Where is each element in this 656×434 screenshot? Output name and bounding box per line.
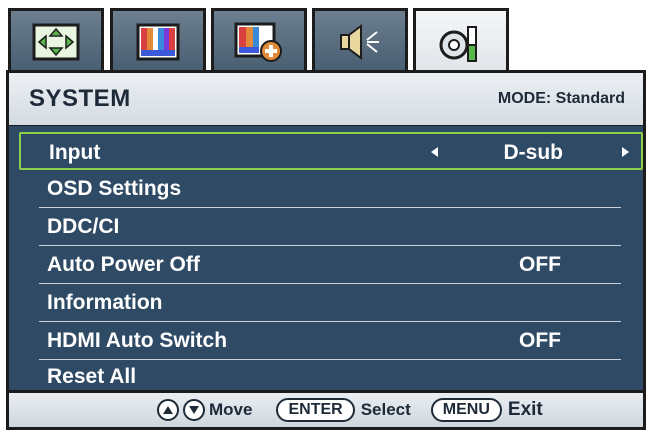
menu-title: SYSTEM	[29, 85, 131, 112]
move-hint: Move	[209, 400, 253, 419]
menu-item-label: OSD Settings	[47, 177, 182, 200]
tab-display[interactable]	[8, 8, 104, 73]
tab-strip	[0, 0, 656, 76]
arrow-left-icon[interactable]	[431, 147, 438, 157]
menu-item-value: OFF	[519, 329, 561, 352]
down-key-icon	[183, 399, 205, 421]
up-key-icon	[157, 399, 179, 421]
picture-icon	[136, 23, 180, 61]
audio-icon	[340, 24, 379, 60]
menu-list: Input D-sub OSD Settings DDC/CI Auto Pow…	[6, 126, 646, 391]
key-guide: Move ENTER Select MENU Exit	[6, 390, 646, 430]
menu-item-label: Input	[49, 141, 101, 164]
menu-item-ddc-ci[interactable]: DDC/CI	[39, 208, 621, 246]
picture-advanced-icon	[234, 22, 282, 62]
menu-item-input[interactable]: Input D-sub	[19, 132, 643, 170]
tab-picture[interactable]	[110, 8, 206, 73]
select-hint: Select	[360, 400, 411, 419]
mode-indicator: MODE: Standard	[497, 90, 625, 107]
system-settings-icon	[439, 25, 477, 62]
exit-hint: Exit	[507, 399, 543, 420]
menu-header: SYSTEM MODE: Standard	[6, 70, 646, 128]
tab-picture-advanced[interactable]	[211, 8, 307, 73]
tab-audio[interactable]	[312, 8, 408, 73]
menu-item-label: DDC/CI	[47, 215, 120, 238]
menu-item-label: Information	[47, 291, 163, 314]
osd-window: SYSTEM MODE: Standard Input D-sub OSD Se…	[0, 0, 656, 434]
menu-item-osd-settings[interactable]: OSD Settings	[39, 170, 621, 208]
menu-item-value: D-sub	[503, 141, 564, 164]
menu-item-label: Auto Power Off	[47, 253, 200, 276]
menu-item-label: HDMI Auto Switch	[47, 329, 228, 352]
menu-item-auto-power-off[interactable]: Auto Power Off OFF	[39, 246, 621, 284]
menu-item-value: OFF	[519, 253, 561, 276]
menu-key-icon: MENU	[430, 398, 502, 422]
display-adjust-icon	[32, 23, 80, 61]
menu-item-hdmi-auto-switch[interactable]: HDMI Auto Switch OFF	[39, 322, 621, 360]
menu-item-label: Reset All	[47, 365, 137, 388]
menu-item-information[interactable]: Information	[39, 284, 621, 322]
tab-system[interactable]	[413, 8, 509, 76]
enter-key-icon: ENTER	[276, 398, 355, 422]
arrow-right-icon[interactable]	[622, 147, 629, 157]
